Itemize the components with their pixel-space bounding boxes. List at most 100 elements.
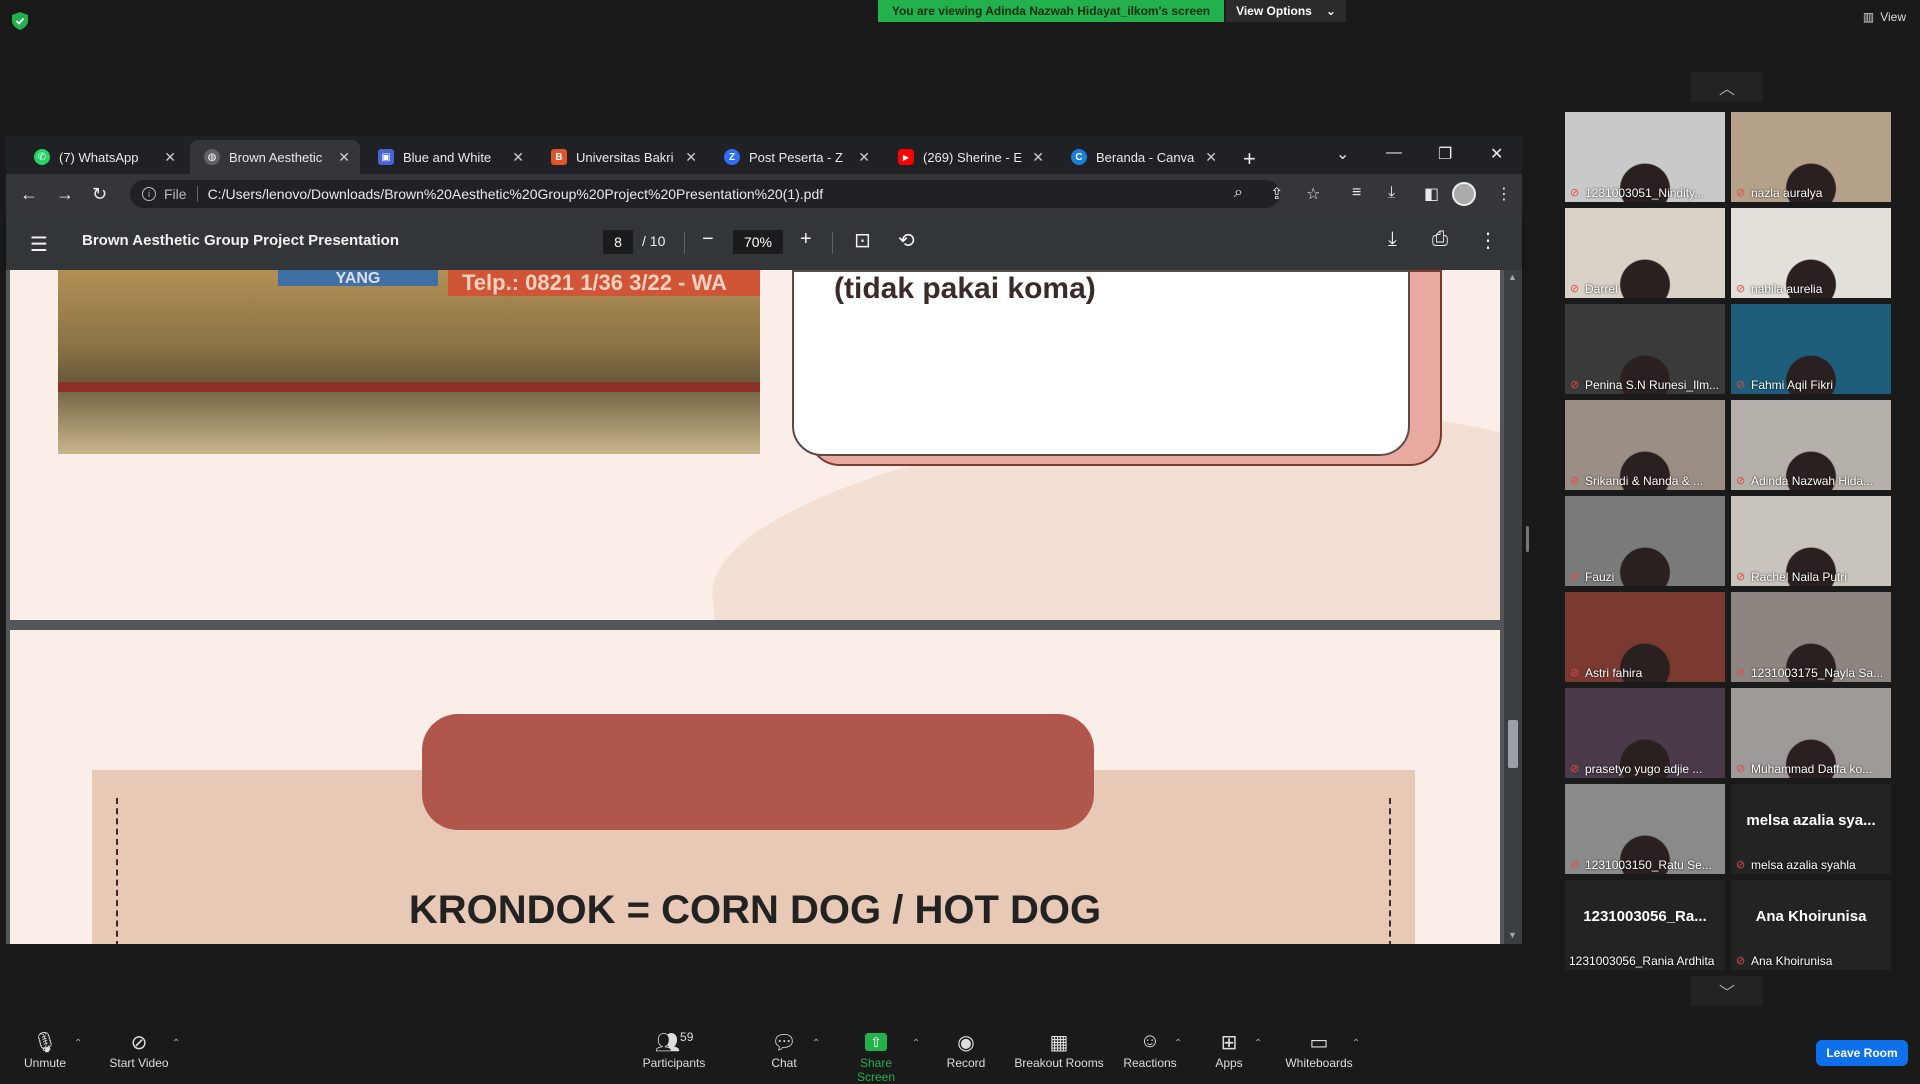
video-options-caret-icon[interactable]: ⌃ xyxy=(172,1038,180,1049)
participant-tile[interactable]: 1231003056_Ra... 1231003056_Rania Ardhita xyxy=(1565,880,1725,970)
participant-tile[interactable]: melsa azalia sya... ⊘ melsa azalia syahla xyxy=(1731,784,1891,874)
participant-tile[interactable]: ⊘ Astri fahira xyxy=(1565,592,1725,682)
address-bar[interactable]: i File C:/Users/lenovo/Downloads/Brown%2… xyxy=(130,180,1280,208)
participant-tile[interactable]: ⊘ Muhammad Daffa ko... xyxy=(1731,688,1891,778)
photo-rod xyxy=(58,382,760,392)
participant-tile[interactable]: Ana Khoirunisa ⊘ Ana Khoirunisa xyxy=(1731,880,1891,970)
participant-name: nabila aurelia xyxy=(1751,282,1823,296)
close-tab-icon[interactable]: ✕ xyxy=(685,149,697,166)
zoom-in-icon[interactable]: + xyxy=(800,228,812,251)
participant-tile[interactable]: ⊘ Penina S.N Runesi_Ilm... xyxy=(1565,304,1725,394)
tab-post-peserta[interactable]: Z Post Peserta - Z ✕ xyxy=(710,140,880,174)
share-options-caret-icon[interactable]: ⌃ xyxy=(912,1038,920,1049)
minimize-icon[interactable]: — xyxy=(1386,144,1402,162)
share-icon[interactable]: ⇪ xyxy=(1270,184,1283,204)
close-tab-icon[interactable]: ✕ xyxy=(1032,149,1044,166)
rotate-icon[interactable]: ⟲ xyxy=(898,228,915,253)
scroll-up-icon[interactable]: ▲ xyxy=(1508,272,1517,282)
zoom-level-input[interactable]: 70% xyxy=(733,230,783,254)
apps-caret-icon[interactable]: ⌃ xyxy=(1254,1038,1262,1049)
profile-avatar[interactable] xyxy=(1452,182,1476,206)
breakout-rooms-button[interactable]: ▦ Breakout Rooms xyxy=(1012,1030,1106,1070)
zoom-z-icon: Z xyxy=(724,149,740,165)
share-screen-button[interactable]: ⇧ Share Screen xyxy=(840,1030,912,1084)
gallery-down-button[interactable]: ﹀ xyxy=(1691,976,1763,1006)
tab-whatsapp[interactable]: ✆ (7) WhatsApp ✕ xyxy=(20,140,186,174)
participant-tile[interactable]: ⊘ 1231003150_Ratu Se... xyxy=(1565,784,1725,874)
participants-button[interactable]: 👥︎59 Participants xyxy=(636,1030,712,1070)
tab-canva[interactable]: C Beranda - Canva ✕ xyxy=(1057,140,1227,174)
scrollbar-thumb[interactable] xyxy=(1508,720,1518,768)
reload-icon[interactable]: ↻ xyxy=(92,184,107,205)
close-tab-icon[interactable]: ✕ xyxy=(512,149,524,166)
youtube-icon: ▶ xyxy=(898,149,914,165)
participant-tile[interactable]: ⊘ prasetyo yugo adjie ... xyxy=(1565,688,1725,778)
audio-options-caret-icon[interactable]: ⌃ xyxy=(74,1038,82,1049)
back-icon[interactable]: ← xyxy=(20,184,38,205)
view-button[interactable]: ▥ View xyxy=(1863,10,1906,24)
apps-button[interactable]: ⊞ Apps xyxy=(1210,1030,1248,1070)
unmute-button[interactable]: 🎙︎ Unmute xyxy=(20,1030,70,1070)
pdf-document-area[interactable]: YANG Telp.: 0821 1/36 3/22 - WA (tidak p… xyxy=(6,270,1504,944)
whiteboards-caret-icon[interactable]: ⌃ xyxy=(1352,1038,1360,1049)
participant-name: melsa azalia syahla xyxy=(1751,858,1856,872)
start-video-button[interactable]: ⊘ Start Video xyxy=(104,1030,174,1070)
pdf-download-icon[interactable]: ⤓ xyxy=(1388,228,1397,251)
hamburger-menu-icon[interactable]: ☰ xyxy=(30,232,48,257)
download-icon[interactable]: ⤓ xyxy=(1388,184,1395,202)
whiteboards-label: Whiteboards xyxy=(1285,1056,1353,1070)
tab-label: Blue and White xyxy=(403,149,492,165)
participant-tile[interactable]: ⊘ Adinda Nazwah Hida... xyxy=(1731,400,1891,490)
participant-tile[interactable]: ⊘ nazla auralya xyxy=(1731,112,1891,202)
side-panel-icon[interactable]: ◧ xyxy=(1424,184,1439,204)
pdf-scrollbar[interactable]: ▲ ▼ xyxy=(1504,270,1522,944)
text-card: (tidak pakai koma) xyxy=(792,270,1410,456)
media-queue-icon[interactable]: ≡ xyxy=(1352,184,1361,202)
tab-universitas[interactable]: B Universitas Bakri ✕ xyxy=(537,140,707,174)
tab-brown-aesthetic[interactable]: ◍ Brown Aesthetic ✕ xyxy=(190,140,360,174)
restore-icon[interactable]: ❐ xyxy=(1438,144,1452,164)
new-tab-icon[interactable]: + xyxy=(1243,146,1256,172)
participant-tile[interactable]: ⊘ Darrel xyxy=(1565,208,1725,298)
zoom-out-icon[interactable]: − xyxy=(702,228,714,251)
close-window-icon[interactable]: ✕ xyxy=(1490,144,1503,164)
close-tab-icon[interactable]: ✕ xyxy=(164,149,176,166)
print-icon[interactable]: ⎙ xyxy=(1432,228,1448,251)
participant-tile[interactable]: ⊘ Fahmi Aqil Fikri xyxy=(1731,304,1891,394)
gallery-up-button[interactable]: ︿ xyxy=(1691,72,1763,102)
chat-options-caret-icon[interactable]: ⌃ xyxy=(812,1038,820,1049)
fit-page-icon[interactable]: ⊡ xyxy=(854,228,871,253)
participant-tile[interactable]: ⊘ nabila aurelia xyxy=(1731,208,1891,298)
reactions-caret-icon[interactable]: ⌃ xyxy=(1174,1038,1182,1049)
tab-youtube[interactable]: ▶ (269) Sherine - E ✕ xyxy=(884,140,1054,174)
participant-tile[interactable]: ⊘ Fauzi xyxy=(1565,496,1725,586)
record-button[interactable]: ◉ Record xyxy=(944,1030,988,1070)
info-icon[interactable]: i xyxy=(142,187,156,201)
star-icon[interactable]: ☆ xyxy=(1306,184,1320,204)
participant-tile[interactable]: ⊘ 1231003175_Nayla Sa... xyxy=(1731,592,1891,682)
panel-resize-handle[interactable] xyxy=(1526,526,1529,552)
breakout-rooms-icon: ▦ xyxy=(1049,1032,1069,1054)
whiteboards-button[interactable]: ▭ Whiteboards xyxy=(1282,1030,1356,1070)
more-menu-icon[interactable]: ⋮ xyxy=(1496,184,1512,204)
pdf-more-icon[interactable]: ⋮ xyxy=(1478,228,1498,253)
scroll-down-icon[interactable]: ▼ xyxy=(1508,930,1517,940)
close-tab-icon[interactable]: ✕ xyxy=(858,149,870,166)
toolbar-divider xyxy=(832,232,833,254)
participant-tile[interactable]: ⊘ Rachel Naila Putri xyxy=(1731,496,1891,586)
leave-room-button[interactable]: Leave Room xyxy=(1816,1040,1908,1066)
close-tab-icon[interactable]: ✕ xyxy=(1205,149,1217,166)
forward-icon[interactable]: → xyxy=(56,184,74,205)
page-number-input[interactable]: 8 xyxy=(603,230,633,254)
zoom-magnifier-icon[interactable]: ⌕ xyxy=(1234,184,1243,202)
shared-screen: ✆ (7) WhatsApp ✕ ◍ Brown Aesthetic ✕ ▣ B… xyxy=(6,136,1522,944)
view-options-button[interactable]: View Options ⌄ xyxy=(1226,0,1346,22)
participant-tile[interactable]: ⊘ 1231003051_Nindity... xyxy=(1565,112,1725,202)
chat-button[interactable]: 💬︎ Chat xyxy=(766,1030,802,1070)
security-shield-icon[interactable] xyxy=(12,12,28,30)
participant-tile[interactable]: ⊘ Srikandi & Nanda & ... xyxy=(1565,400,1725,490)
close-tab-icon[interactable]: ✕ xyxy=(338,149,350,166)
tab-search-icon[interactable]: ⌄ xyxy=(1336,144,1349,164)
reactions-button[interactable]: ☺ Reactions xyxy=(1122,1030,1178,1070)
tab-blue-and-white[interactable]: ▣ Blue and White ✕ xyxy=(364,140,534,174)
